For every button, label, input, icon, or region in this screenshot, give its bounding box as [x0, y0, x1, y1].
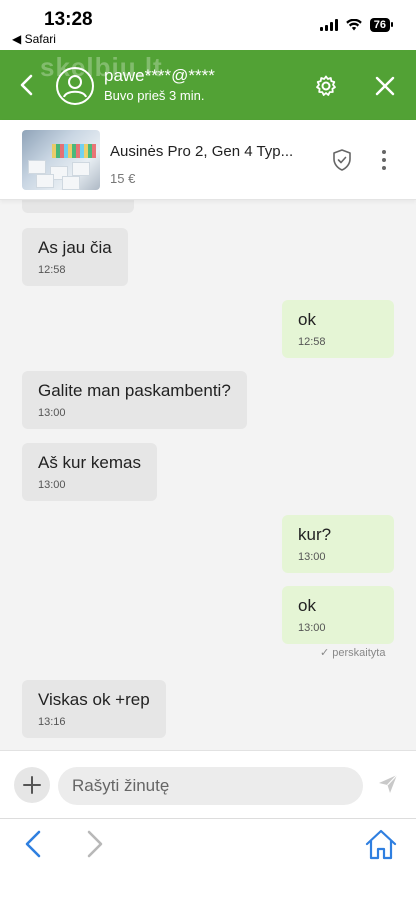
status-bar: 13:28 ◀ Safari 76 [0, 0, 416, 50]
wifi-icon [345, 19, 362, 31]
message-text: Aš kur kemas [38, 453, 141, 472]
avatar[interactable] [56, 67, 94, 105]
message-time: 12:58 [38, 264, 66, 276]
message-bubble-incoming: Galite man paskambenti? 13:00 [22, 371, 247, 429]
message-text: Viskas ok +rep [38, 690, 150, 709]
more-options-icon[interactable] [379, 148, 389, 172]
chat-header: skelbiu.lt pawe****@**** Buvo prieš 3 mi… [0, 50, 416, 120]
close-icon[interactable] [373, 74, 397, 98]
gear-icon[interactable] [314, 74, 338, 98]
listing-summary[interactable]: Ausinės Pro 2, Gen 4 Typ... 15 € [0, 120, 416, 200]
browser-toolbar [0, 818, 416, 900]
message-text: ok [298, 596, 316, 615]
message-time: 12:58 [298, 336, 326, 348]
message-bubble-outgoing: ok 12:58 [282, 300, 394, 358]
message-time: 13:00 [38, 479, 66, 491]
message-bubble-incoming: Aš kur kemas 13:00 [22, 443, 157, 501]
read-receipt: ✓ perskaityta [320, 647, 386, 659]
listing-thumbnail[interactable] [22, 130, 100, 190]
attach-button[interactable] [14, 767, 50, 803]
message-text: Galite man paskambenti? [38, 381, 231, 400]
message-bubble-incoming: As jau čia 12:58 [22, 228, 128, 286]
user-icon [63, 75, 87, 98]
plus-icon [23, 776, 41, 794]
signal-icon [319, 19, 338, 31]
message-composer [0, 750, 416, 818]
message-bubble-partial [22, 200, 134, 213]
message-list[interactable]: As jau čia 12:58 ok 12:58 Galite man pas… [0, 200, 416, 750]
shield-check-icon[interactable] [331, 148, 353, 172]
battery-icon: 76 [369, 18, 394, 32]
message-time: 13:00 [38, 407, 66, 419]
message-text: As jau čia [38, 238, 112, 257]
listing-title[interactable]: Ausinės Pro 2, Gen 4 Typ... [110, 143, 293, 160]
status-icons: 76 [319, 18, 394, 32]
contact-name: pawe****@**** [104, 66, 215, 85]
back-to-safari-link[interactable]: ◀ Safari [12, 32, 56, 46]
send-icon[interactable] [377, 773, 399, 795]
browser-back-icon[interactable] [22, 829, 44, 859]
message-text: ok [298, 310, 316, 329]
message-bubble-outgoing: kur? 13:00 [282, 515, 394, 573]
message-time: 13:00 [298, 551, 326, 563]
message-time: 13:00 [298, 622, 326, 634]
message-text: kur? [298, 525, 332, 544]
browser-forward-icon[interactable] [84, 829, 106, 859]
listing-price: 15 € [110, 171, 136, 186]
message-bubble-outgoing: ok 13:00 [282, 586, 394, 644]
last-seen-status: Buvo prieš 3 min. [104, 88, 205, 103]
home-icon[interactable] [364, 827, 398, 861]
back-arrow-icon[interactable] [16, 72, 38, 98]
message-bubble-incoming: Viskas ok +rep 13:16 [22, 680, 166, 738]
message-time: 13:16 [38, 716, 66, 728]
message-input[interactable] [58, 767, 363, 805]
status-time: 13:28 [44, 9, 93, 30]
